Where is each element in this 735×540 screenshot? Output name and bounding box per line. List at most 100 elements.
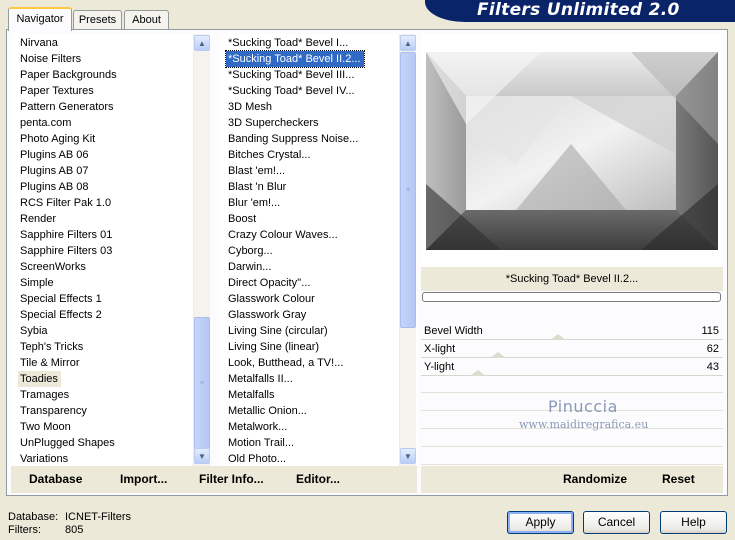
list-item[interactable]: Sybia [18, 325, 48, 337]
watermark-name: Pinuccia [548, 397, 618, 416]
selected-filter-name: *Sucking Toad* Bevel II.2... [421, 267, 723, 291]
apply-button[interactable]: Apply [507, 511, 574, 534]
filter-listbox[interactable]: *Sucking Toad* Bevel I... *Sucking Toad* … [220, 34, 417, 466]
list-item[interactable]: *Sucking Toad* Bevel II.2... [225, 50, 365, 68]
list-item[interactable]: Motion Trail... [226, 437, 294, 449]
list-item[interactable]: Plugins AB 08 [18, 181, 89, 193]
list-item[interactable]: Glasswork Colour [226, 293, 315, 305]
list-item[interactable]: Metalwork... [226, 421, 287, 433]
list-item[interactable]: Sapphire Filters 03 [18, 245, 112, 257]
list-item[interactable]: Tile & Mirror [18, 357, 79, 369]
database-button[interactable]: Database [29, 466, 82, 493]
list-item[interactable]: Special Effects 1 [18, 293, 102, 305]
list-item[interactable]: Two Moon [18, 421, 71, 433]
category-listbox[interactable]: Nirvana Noise Filters Paper Backgrounds Pap… [12, 34, 210, 466]
list-item[interactable]: Plugins AB 06 [18, 149, 89, 161]
list-item[interactable]: 3D Supercheckers [226, 117, 319, 129]
list-item[interactable]: Paper Backgrounds [18, 69, 117, 81]
slider-thumb[interactable] [470, 370, 486, 376]
list-item[interactable]: Metalfalls II... [226, 373, 293, 385]
list-item[interactable]: Simple [18, 277, 54, 289]
app-title-banner: Filters Unlimited 2.0 [425, 0, 735, 22]
filter-info-button[interactable]: Filter Info... [199, 466, 264, 493]
param-bevel-width[interactable]: Bevel Width 115 [421, 323, 723, 340]
scroll-up-button[interactable]: ▲ [400, 35, 416, 51]
list-item[interactable]: Blast 'em!... [226, 165, 285, 177]
list-item[interactable]: Paper Textures [18, 85, 94, 97]
list-item[interactable]: Render [18, 213, 56, 225]
list-item[interactable]: Glasswork Gray [226, 309, 306, 321]
tab-navigator[interactable]: Navigator [8, 7, 72, 31]
list-item[interactable]: Tramages [18, 389, 69, 401]
empty-param-row [421, 449, 723, 465]
randomize-button[interactable]: Randomize [563, 466, 627, 493]
list-item[interactable]: ScreenWorks [18, 261, 86, 273]
category-list: Nirvana Noise Filters Paper Backgrounds Pap… [18, 35, 193, 466]
param-y-light[interactable]: Y-light 43 [421, 359, 723, 376]
list-item[interactable]: Metallic Onion... [226, 405, 307, 417]
watermark-url: www.maidiregrafica.eu [519, 418, 649, 431]
cancel-button[interactable]: Cancel [583, 511, 650, 534]
list-item[interactable]: Direct Opacity''... [226, 277, 310, 289]
slider-thumb[interactable] [550, 334, 566, 340]
import-button[interactable]: Import... [120, 466, 167, 493]
list-item[interactable]: Metalfalls [226, 389, 274, 401]
list-item[interactable]: *Sucking Toad* Bevel III... [226, 69, 354, 81]
empty-param-row [421, 377, 723, 393]
scroll-thumb[interactable]: ≡ [400, 52, 416, 328]
list-item[interactable]: Pattern Generators [18, 101, 114, 113]
list-item[interactable]: Cyborg... [226, 245, 273, 257]
filter-scrollbar[interactable]: ▲ ≡ ▼ [399, 34, 416, 466]
list-item[interactable]: UnPlugged Shapes [18, 437, 115, 449]
list-item[interactable]: Plugins AB 07 [18, 165, 89, 177]
param-label: Bevel Width [424, 325, 483, 337]
scroll-down-button[interactable]: ▼ [400, 448, 416, 464]
list-item[interactable]: *Sucking Toad* Bevel I... [226, 37, 348, 49]
list-item[interactable]: Bitches Crystal... [226, 149, 311, 161]
bevel-preview-image [426, 52, 718, 250]
scroll-thumb[interactable]: ≡ [194, 317, 210, 449]
list-item[interactable]: RCS Filter Pak 1.0 [18, 197, 111, 209]
list-item[interactable]: Noise Filters [18, 53, 81, 65]
list-item[interactable]: Nirvana [18, 37, 58, 49]
editor-button[interactable]: Editor... [296, 466, 340, 493]
param-x-light[interactable]: X-light 62 [421, 341, 723, 358]
slider-track [421, 375, 723, 376]
list-item[interactable]: penta.com [18, 117, 71, 129]
list-item[interactable]: Sapphire Filters 01 [18, 229, 112, 241]
list-item[interactable]: Teph's Tricks [18, 341, 83, 353]
param-label: Y-light [424, 361, 455, 373]
slider-track [421, 357, 723, 358]
slider-thumb[interactable] [490, 352, 506, 358]
list-item[interactable]: Look, Butthead, a TV!... [226, 357, 343, 369]
list-item[interactable]: Darwin... [226, 261, 271, 273]
database-value: ICNET-Filters [65, 511, 131, 523]
scroll-up-button[interactable]: ▲ [194, 35, 210, 51]
filters-count-value: 805 [65, 524, 84, 536]
param-value: 43 [706, 361, 719, 373]
param-toolbar: Randomize Reset [421, 466, 723, 493]
scroll-down-button[interactable]: ▼ [194, 448, 210, 464]
reset-button[interactable]: Reset [662, 466, 695, 493]
list-item[interactable]: *Sucking Toad* Bevel IV... [226, 85, 355, 97]
tab-presets[interactable]: Presets [73, 10, 122, 30]
list-item[interactable]: 3D Mesh [226, 101, 272, 113]
list-item[interactable]: Special Effects 2 [18, 309, 102, 321]
list-item[interactable]: Blur 'em!... [226, 197, 280, 209]
list-item[interactable]: Variations [18, 453, 68, 465]
tab-about[interactable]: About [124, 10, 169, 30]
filter-preview [421, 34, 723, 266]
help-button[interactable]: Help [660, 511, 727, 534]
list-item[interactable]: Boost [226, 213, 256, 225]
list-item[interactable]: Living Sine (linear) [226, 341, 319, 353]
list-item[interactable]: Living Sine (circular) [226, 325, 328, 337]
list-item[interactable]: Banding Suppress Noise... [226, 133, 358, 145]
list-item[interactable]: Transparency [18, 405, 87, 417]
list-item[interactable]: Photo Aging Kit [18, 133, 95, 145]
list-item[interactable]: Blast 'n Blur [226, 181, 286, 193]
list-item[interactable]: Toadies [18, 371, 61, 387]
category-scrollbar[interactable]: ▲ ≡ ▼ [193, 34, 210, 466]
database-label: Database: [8, 511, 59, 523]
list-item[interactable]: Old Photo... [226, 453, 286, 465]
list-item[interactable]: Crazy Colour Waves... [226, 229, 338, 241]
